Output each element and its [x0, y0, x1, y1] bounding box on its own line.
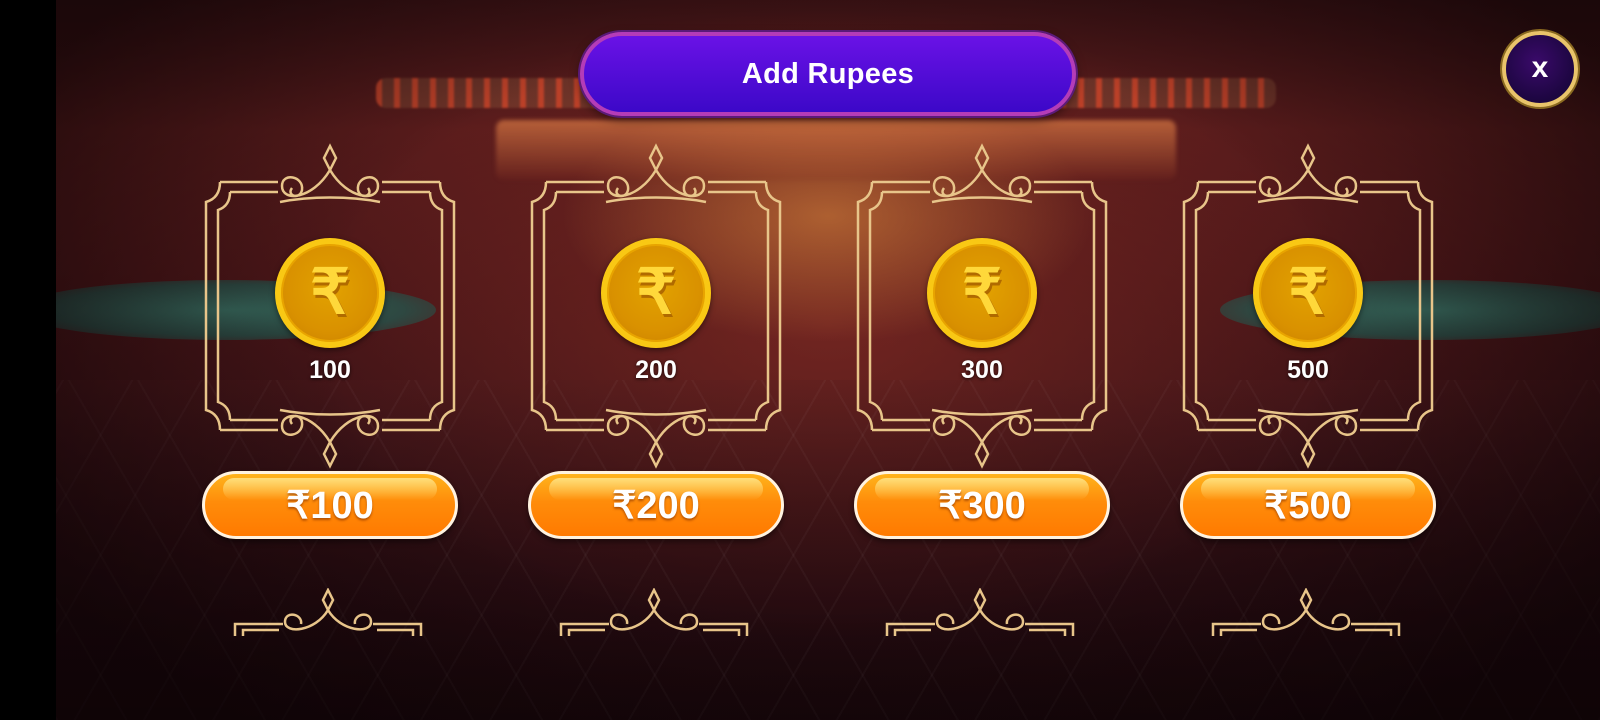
ornate-frame-top-icon: [1211, 588, 1401, 636]
buy-button-label: ₹200: [612, 484, 700, 527]
close-icon: x: [1531, 50, 1549, 84]
buy-button-label: ₹500: [1264, 484, 1352, 527]
package-card-500: ₹ 500: [1178, 140, 1438, 470]
package-card-300: ₹ 300: [852, 140, 1112, 470]
page-title-text: Add Rupees: [741, 57, 915, 90]
package-amount-label: 300: [961, 356, 1003, 384]
left-black-bar: [0, 0, 56, 720]
buy-300-button[interactable]: ₹300: [854, 471, 1110, 539]
buy-button-label: ₹300: [938, 484, 1026, 527]
rupee-coin-icon: ₹: [1253, 238, 1363, 348]
ornate-frame-top-icon: [885, 588, 1075, 636]
package-amount-label: 100: [309, 356, 351, 384]
package-amount-label: 200: [635, 356, 677, 384]
ornate-frame-top-icon: [559, 588, 749, 636]
package-amount-label: 500: [1287, 356, 1329, 384]
buy-button-label: ₹100: [286, 484, 374, 527]
ornate-frame-top-icon: [233, 588, 423, 636]
buy-500-button[interactable]: ₹500: [1180, 471, 1436, 539]
buy-100-button[interactable]: ₹100: [202, 471, 458, 539]
rupee-coin-icon: ₹: [601, 238, 711, 348]
rupee-symbol: ₹: [1288, 258, 1328, 327]
rupee-coin-icon: ₹: [927, 238, 1037, 348]
rupee-symbol: ₹: [636, 258, 676, 327]
page-title: Add Rupees: [580, 32, 1076, 116]
rupee-symbol: ₹: [310, 258, 350, 327]
rupee-symbol: ₹: [962, 258, 1002, 327]
package-card-100: ₹ 100: [200, 140, 460, 470]
rupee-coin-icon: ₹: [275, 238, 385, 348]
buy-200-button[interactable]: ₹200: [528, 471, 784, 539]
package-card-200: ₹ 200: [526, 140, 786, 470]
close-button[interactable]: x: [1502, 31, 1578, 107]
